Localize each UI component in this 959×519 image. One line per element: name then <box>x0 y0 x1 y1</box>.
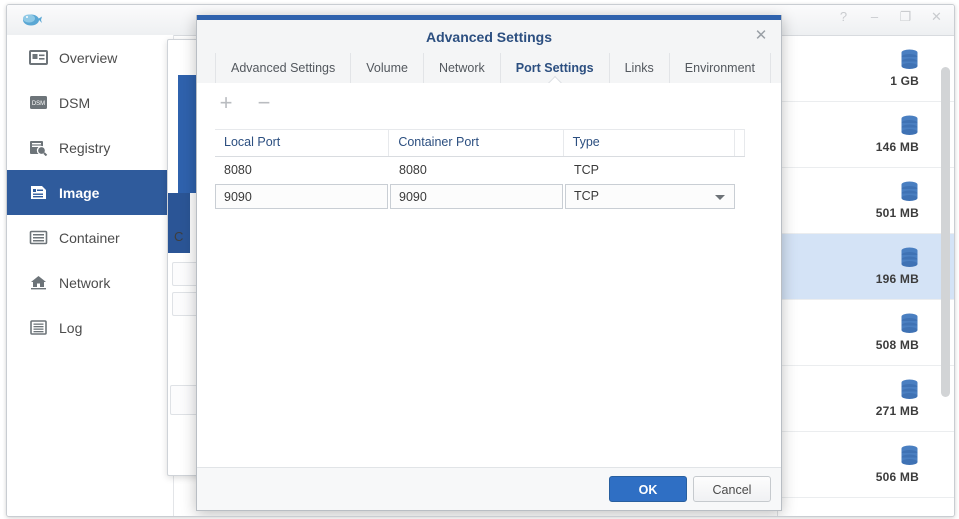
dialog-tabs: Advanced Settings Volume Network Port Se… <box>197 53 781 84</box>
close-button[interactable]: ✕ <box>929 9 944 24</box>
cell-container-port[interactable]: 8080 <box>390 157 565 183</box>
column-header-container-port[interactable]: Container Port <box>389 130 564 156</box>
background-banner-accent <box>168 193 190 253</box>
list-item[interactable]: 146 MB <box>778 102 954 168</box>
log-icon <box>29 319 48 336</box>
table-header-row: Local Port Container Port Type <box>215 129 745 157</box>
sidebar-item-log[interactable]: Log <box>7 305 173 350</box>
cell-local-port[interactable]: 8080 <box>215 157 390 183</box>
sidebar-item-label: DSM <box>59 94 91 111</box>
help-button[interactable]: ? <box>836 9 851 24</box>
port-table-toolbar: + − <box>215 92 275 115</box>
tab-links[interactable]: Links <box>610 53 670 83</box>
column-header-local-port[interactable]: Local Port <box>215 130 390 156</box>
tab-advanced-settings[interactable]: Advanced Settings <box>215 53 352 83</box>
tab-environment[interactable]: Environment <box>670 53 771 83</box>
sidebar-item-registry[interactable]: Registry <box>7 125 173 170</box>
cell-type[interactable]: TCP <box>565 157 737 183</box>
sidebar-item-dsm[interactable]: DSM DSM <box>7 80 173 125</box>
dialog-title: Advanced Settings <box>425 29 553 45</box>
image-size-label: 501 MB <box>875 206 919 220</box>
sidebar-item-label: Container <box>59 229 120 246</box>
container-icon <box>29 229 48 246</box>
database-icon <box>900 379 919 400</box>
list-item[interactable]: 506 MB <box>778 432 954 498</box>
column-header-spacer <box>735 130 745 156</box>
port-settings-pane: + − Local Port Container Port Type 8080 … <box>197 83 781 468</box>
cancel-button[interactable]: Cancel <box>693 476 771 502</box>
remove-port-button[interactable]: − <box>253 92 275 115</box>
column-header-type[interactable]: Type <box>564 130 735 156</box>
sidebar-item-container[interactable]: Container <box>7 215 173 260</box>
table-row-editing[interactable]: TCP <box>215 183 745 210</box>
advanced-settings-dialog: Advanced Settings ✕ Advanced Settings Vo… <box>196 15 782 511</box>
close-icon[interactable]: ✕ <box>753 28 769 44</box>
image-size-label: 271 MB <box>875 404 919 418</box>
tab-port-settings[interactable]: Port Settings <box>501 53 610 83</box>
table-row[interactable]: 8080 8080 TCP <box>215 157 745 183</box>
image-size-label: 508 MB <box>875 338 919 352</box>
container-port-input[interactable] <box>390 184 563 209</box>
minimize-button[interactable]: – <box>867 9 882 24</box>
list-item-selected[interactable]: 196 MB <box>778 234 954 300</box>
database-icon <box>900 313 919 334</box>
chevron-down-icon <box>715 195 725 200</box>
database-icon <box>900 181 919 202</box>
sidebar-item-label: Registry <box>59 139 111 156</box>
list-item[interactable]: 508 MB <box>778 300 954 366</box>
local-port-input[interactable] <box>215 184 388 209</box>
svg-text:DSM: DSM <box>32 101 45 107</box>
port-settings-table: Local Port Container Port Type 8080 8080… <box>215 129 745 210</box>
type-select-value: TCP <box>574 189 599 203</box>
overview-icon <box>29 49 48 66</box>
scrollbar-thumb[interactable] <box>941 67 950 397</box>
database-icon <box>900 445 919 466</box>
dialog-footer: OK Cancel <box>197 467 781 510</box>
sidebar-item-network[interactable]: Network <box>7 260 173 305</box>
image-size-label: 146 MB <box>875 140 919 154</box>
image-list-panel: 1 GB 146 MB 501 MB 196 MB 508 MB 271 MB … <box>777 36 954 516</box>
sidebar-item-overview[interactable]: Overview <box>7 35 173 80</box>
database-icon <box>900 115 919 136</box>
background-partial-label: C <box>174 229 184 244</box>
sidebar-item-image[interactable]: Image <box>7 170 173 215</box>
sidebar-item-label: Image <box>59 184 100 201</box>
ok-button[interactable]: OK <box>609 476 687 502</box>
window-controls: ? – ❐ ✕ <box>836 9 944 24</box>
docker-whale-icon <box>21 10 43 30</box>
tab-volume[interactable]: Volume <box>351 53 424 83</box>
sidebar-item-label: Overview <box>59 49 118 66</box>
image-size-label: 196 MB <box>875 272 919 286</box>
list-item[interactable]: 501 MB <box>778 168 954 234</box>
add-port-button[interactable]: + <box>215 92 237 115</box>
image-size-label: 506 MB <box>875 470 919 484</box>
image-icon <box>29 184 48 201</box>
tab-network[interactable]: Network <box>424 53 501 83</box>
image-list-scrollbar[interactable] <box>941 39 950 513</box>
sidebar-item-label: Network <box>59 274 111 291</box>
dialog-header: Advanced Settings ✕ <box>197 20 781 53</box>
sidebar: Overview DSM DSM Registry Image Containe… <box>7 35 174 516</box>
database-icon <box>900 49 919 70</box>
maximize-button[interactable]: ❐ <box>898 9 913 24</box>
list-item[interactable]: 1 GB <box>778 36 954 102</box>
type-select[interactable]: TCP <box>565 184 735 209</box>
list-item[interactable]: 271 MB <box>778 366 954 432</box>
sidebar-item-label: Log <box>59 319 83 336</box>
application-window: ? – ❐ ✕ Overview DSM DSM Registry Image … <box>6 4 955 517</box>
image-size-label: 1 GB <box>890 74 919 88</box>
dsm-icon: DSM <box>29 94 48 111</box>
registry-search-icon <box>29 139 48 157</box>
database-icon <box>900 247 919 268</box>
network-home-icon <box>29 274 48 291</box>
